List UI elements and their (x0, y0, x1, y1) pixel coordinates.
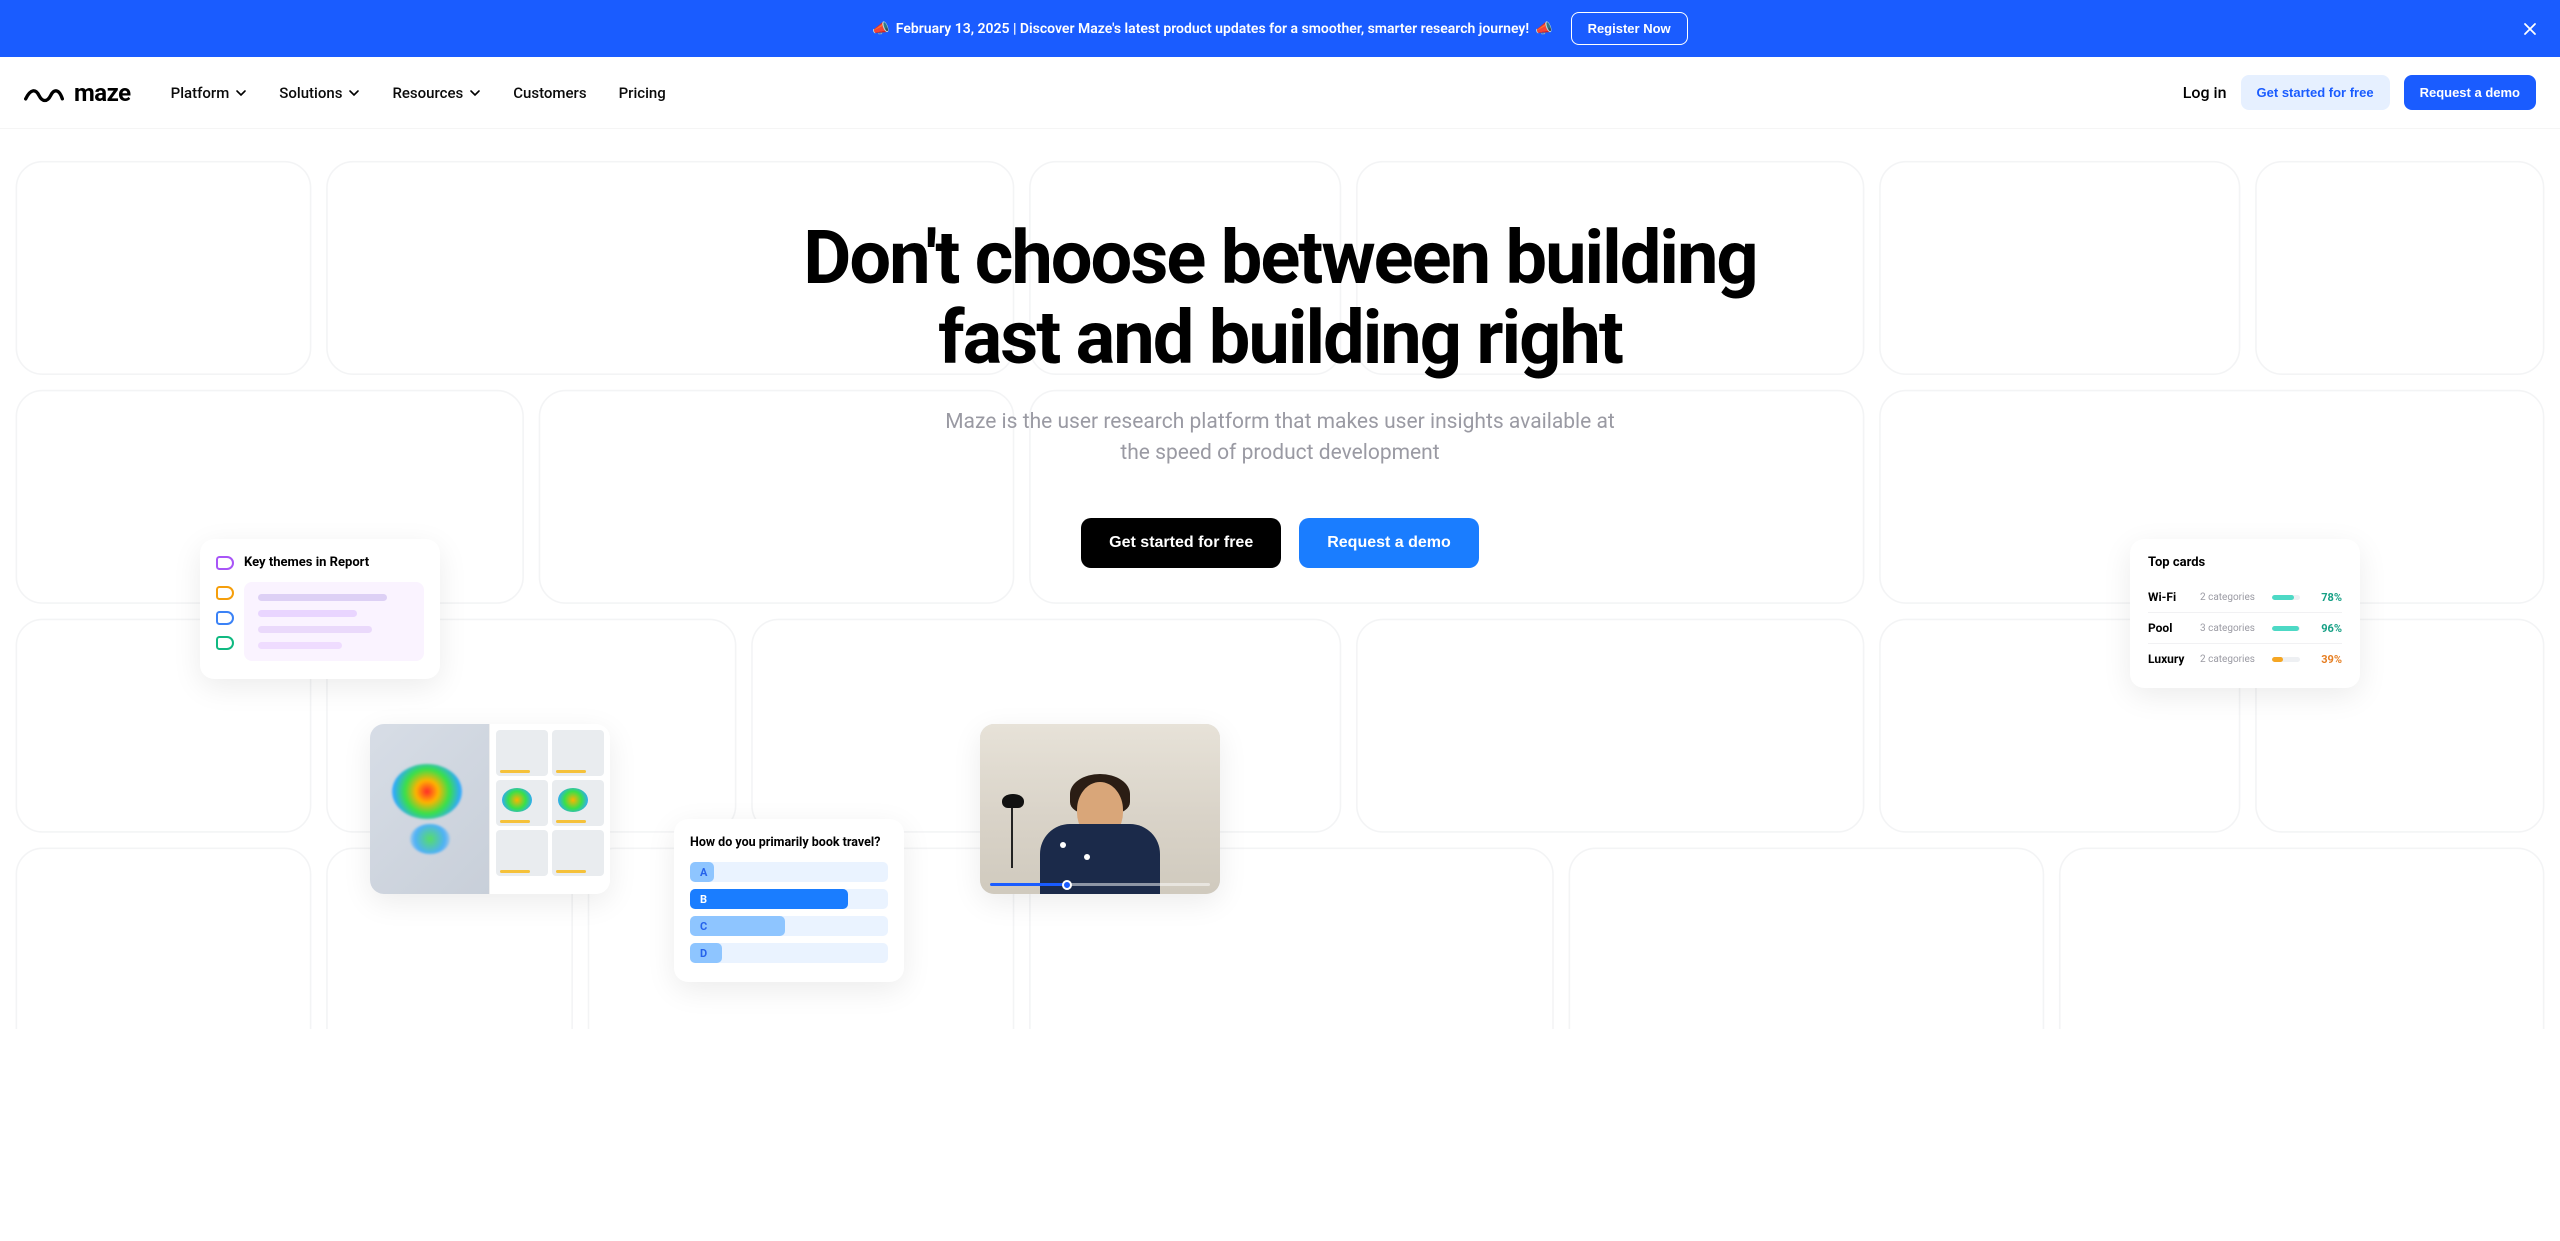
option-label: D (690, 947, 707, 960)
table-row: Wi-Fi 2 categories 78% (2148, 582, 2342, 612)
avatar (1035, 774, 1165, 894)
card-title: Top cards (2148, 555, 2342, 570)
thumbnail (496, 730, 548, 776)
heatmap-card (370, 724, 610, 894)
nav-label: Resources (392, 84, 463, 102)
heatmap-blob-icon (392, 764, 462, 819)
logo-icon (24, 80, 64, 106)
survey-card: How do you primarily book travel? A B C … (674, 819, 904, 982)
scrubber-handle[interactable] (1062, 880, 1072, 890)
row-category: 3 categories (2200, 623, 2264, 634)
table-row: Pool 3 categories 96% (2148, 612, 2342, 643)
nav-solutions[interactable]: Solutions (279, 84, 360, 102)
progress-bar (2272, 626, 2300, 631)
get-started-hero-button[interactable]: Get started for free (1081, 518, 1281, 568)
hero-subtitle: Maze is the user research platform that … (940, 407, 1620, 470)
hero-section: Don't choose between building fast and b… (0, 129, 2560, 1029)
megaphone-icon: 📣 (1535, 21, 1552, 37)
heatmap-main (370, 724, 490, 894)
chevron-down-icon (469, 87, 481, 99)
login-link[interactable]: Log in (2183, 83, 2227, 102)
progress-bar (2272, 595, 2300, 600)
chevron-down-icon (348, 87, 360, 99)
key-themes-card: Key themes in Report (200, 539, 440, 679)
survey-option[interactable]: C (690, 916, 888, 936)
nav-label: Platform (171, 84, 230, 102)
tag-icon (216, 611, 234, 625)
nav-label: Pricing (619, 84, 666, 102)
top-cards-card: Top cards Wi-Fi 2 categories 78% Pool 3 … (2130, 539, 2360, 688)
row-percent: 96% (2308, 622, 2342, 635)
nav-resources[interactable]: Resources (392, 84, 481, 102)
option-label: A (690, 866, 707, 879)
tag-icon (216, 636, 234, 650)
nav-customers[interactable]: Customers (513, 84, 586, 102)
table-row: Luxury 2 categories 39% (2148, 643, 2342, 674)
tag-icon (216, 556, 234, 570)
survey-option[interactable]: D (690, 943, 888, 963)
hero-headline: Don't choose between building fast and b… (780, 219, 1780, 379)
megaphone-icon: 📣 (872, 21, 889, 37)
close-icon[interactable] (2520, 19, 2540, 39)
lamp-icon (1002, 794, 1022, 868)
logo[interactable]: maze (24, 79, 131, 107)
register-now-button[interactable]: Register Now (1571, 12, 1688, 45)
heatmap-thumbnails (490, 724, 610, 894)
row-name: Luxury (2148, 652, 2192, 666)
nav-platform[interactable]: Platform (171, 84, 248, 102)
survey-option[interactable]: A (690, 862, 888, 882)
row-name: Wi-Fi (2148, 590, 2192, 604)
nav-label: Solutions (279, 84, 342, 102)
video-card[interactable] (980, 724, 1220, 894)
progress-bar (2272, 657, 2300, 662)
chevron-down-icon (235, 87, 247, 99)
thumbnail (496, 830, 548, 876)
option-label: B (690, 893, 707, 906)
card-title: Key themes in Report (244, 555, 369, 570)
nav-pricing[interactable]: Pricing (619, 84, 666, 102)
survey-option[interactable]: B (690, 889, 888, 909)
thumbnail (552, 780, 604, 826)
thumbnail (496, 780, 548, 826)
row-name: Pool (2148, 621, 2192, 635)
row-percent: 39% (2308, 653, 2342, 666)
tag-icon (216, 586, 234, 600)
nav-label: Customers (513, 84, 586, 102)
announcement-bar: 📣 February 13, 2025 | Discover Maze's la… (0, 0, 2560, 57)
row-category: 2 categories (2200, 592, 2264, 603)
option-label: C (690, 920, 707, 933)
survey-question: How do you primarily book travel? (690, 835, 888, 850)
announcement-text: February 13, 2025 | Discover Maze's late… (896, 21, 1529, 37)
thumbnail (552, 830, 604, 876)
skeleton-content (244, 582, 424, 661)
video-frame (980, 724, 1220, 894)
thumbnail (552, 730, 604, 776)
video-progress[interactable] (990, 883, 1210, 886)
nav-items: Platform Solutions Resources Customers P… (171, 84, 666, 102)
row-category: 2 categories (2200, 654, 2264, 665)
row-percent: 78% (2308, 591, 2342, 604)
heatmap-blob-icon (410, 824, 450, 854)
main-nav: maze Platform Solutions Resources Custom… (0, 57, 2560, 129)
logo-text: maze (74, 79, 131, 107)
request-demo-nav-button[interactable]: Request a demo (2404, 75, 2536, 110)
get-started-nav-button[interactable]: Get started for free (2241, 75, 2390, 110)
request-demo-hero-button[interactable]: Request a demo (1299, 518, 1479, 568)
